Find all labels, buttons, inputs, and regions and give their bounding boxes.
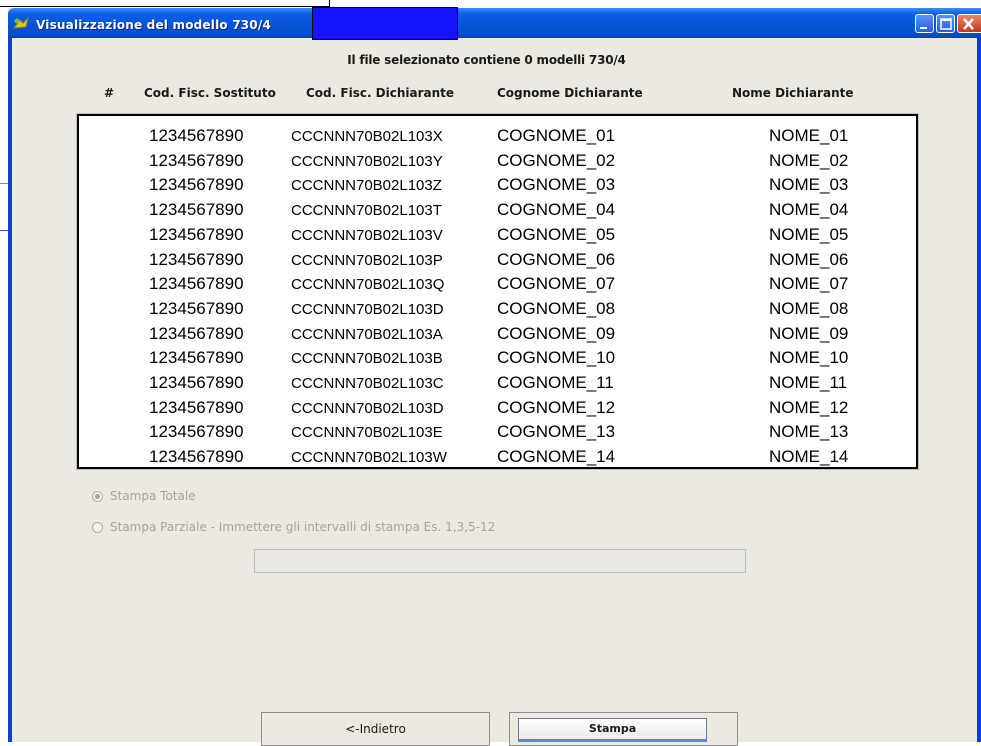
cf-dichiarante-cell: CCCNNN70B02L103B <box>291 350 443 368</box>
cognome-cell: COGNOME_12 <box>497 397 616 417</box>
range-input[interactable] <box>254 549 746 573</box>
cf-dichiarante-cell: CCCNNN70B02L103D <box>291 300 444 318</box>
cognome-cell: COGNOME_13 <box>497 422 616 442</box>
nome-cell: NOME_05 <box>769 224 849 244</box>
list-item[interactable]: 1234567890 CCCNNN70B02L103T COGNOME_04 NOME… <box>79 200 916 225</box>
cf-sostituto-cell: 1234567890 <box>149 200 244 220</box>
list-item[interactable]: 1234567890 CCCNNN70B02L103D COGNOME_12 NOME… <box>79 398 916 423</box>
nome-cell: NOME_08 <box>769 298 849 318</box>
cf-dichiarante-cell: CCCNNN70B02L103T <box>291 202 442 220</box>
window-frame-left <box>8 38 12 742</box>
list-item[interactable]: 1234567890 CCCNNN70B02L103X COGNOME_01 NOME… <box>79 126 916 151</box>
nome-cell: NOME_10 <box>769 348 849 368</box>
cf-dichiarante-cell: CCCNNN70B02L103D <box>291 399 444 417</box>
column-header-nome: Nome Dichiarante <box>732 86 854 100</box>
column-header-cf-dichiarante: Cod. Fisc. Dichiarante <box>306 86 455 100</box>
list-item[interactable]: 1234567890 CCCNNN70B02L103Z COGNOME_03 NOME… <box>79 175 916 200</box>
radio-unselected-icon <box>92 522 103 533</box>
app-icon <box>12 16 29 29</box>
cognome-cell: COGNOME_05 <box>497 224 616 244</box>
maximize-icon <box>940 18 952 30</box>
cf-dichiarante-cell: CCCNNN70B02L103X <box>291 128 443 145</box>
cognome-cell: COGNOME_02 <box>497 150 616 170</box>
cf-dichiarante-cell: CCCNNN70B02L103P <box>291 251 443 269</box>
cognome-cell: COGNOME_06 <box>497 249 616 269</box>
models-list[interactable]: 1234567890 CCCNNN70B02L103X COGNOME_01 NOME… <box>77 114 918 469</box>
nome-cell: NOME_06 <box>769 249 849 269</box>
cf-sostituto-cell: 1234567890 <box>149 323 244 343</box>
cf-sostituto-cell: 1234567890 <box>149 422 244 442</box>
list-item[interactable]: 1234567890 CCCNNN70B02L103D COGNOME_08 NOME… <box>79 299 916 324</box>
cognome-cell: COGNOME_04 <box>497 200 616 220</box>
nome-cell: NOME_14 <box>769 447 849 467</box>
nome-cell: NOME_04 <box>769 200 849 220</box>
cf-sostituto-cell: 1234567890 <box>149 274 244 294</box>
print-button[interactable]: Stampa <box>518 718 707 742</box>
cf-sostituto-cell: 1234567890 <box>149 150 244 170</box>
radio-stampa-totale-label: Stampa Totale <box>110 489 196 503</box>
minimize-button[interactable] <box>915 14 934 33</box>
list-item[interactable]: 1234567890 CCCNNN70B02L103E COGNOME_13 NOME… <box>79 422 916 447</box>
cf-sostituto-cell: 1234567890 <box>149 224 244 244</box>
close-button[interactable] <box>957 14 981 33</box>
cf-sostituto-cell: 1234567890 <box>149 348 244 368</box>
cf-dichiarante-cell: CCCNNN70B02L103V <box>291 226 443 244</box>
radio-stampa-parziale[interactable]: Stampa Parziale - Immettere gli interval… <box>92 520 592 538</box>
cognome-cell: COGNOME_11 <box>497 373 614 392</box>
cf-dichiarante-cell: CCCNNN70B02L103C <box>291 375 444 392</box>
cf-sostituto-cell: 1234567890 <box>149 447 244 467</box>
cf-sostituto-cell: 1234567890 <box>149 373 244 392</box>
cf-dichiarante-cell: CCCNNN70B02L103E <box>291 424 443 442</box>
cognome-cell: COGNOME_10 <box>497 348 616 368</box>
window-title: Visualizzazione del modello 730/4 <box>36 18 271 32</box>
maximize-button[interactable] <box>936 14 955 33</box>
close-icon <box>963 18 974 30</box>
cf-sostituto-cell: 1234567890 <box>149 175 244 195</box>
column-header-cognome: Cognome Dichiarante <box>497 86 643 100</box>
list-item[interactable]: 1234567890 CCCNNN70B02L103P COGNOME_06 NOME… <box>79 250 916 275</box>
list-item[interactable]: 1234567890 CCCNNN70B02L103A COGNOME_09 NOME… <box>79 324 916 349</box>
list-item[interactable]: 1234567890 CCCNNN70B02L103B COGNOME_10 NOME… <box>79 348 916 373</box>
info-text: Il file selezionato contiene 0 modelli 7… <box>347 53 626 67</box>
cognome-cell: COGNOME_07 <box>497 274 616 294</box>
nome-cell: NOME_13 <box>769 422 849 442</box>
nome-cell: NOME_02 <box>769 150 849 170</box>
column-header-cf-sostituto: Cod. Fisc. Sostituto <box>144 86 276 100</box>
nome-cell: NOME_09 <box>769 323 849 343</box>
list-item[interactable]: 1234567890 CCCNNN70B02L103Y COGNOME_02 NOME… <box>79 151 916 176</box>
radio-stampa-totale[interactable]: Stampa Totale <box>92 489 592 507</box>
window-frame-right <box>977 38 981 742</box>
radio-stampa-parziale-label: Stampa Parziale - Immettere gli interval… <box>110 520 496 534</box>
cognome-cell: COGNOME_08 <box>497 298 616 318</box>
cf-sostituto-cell: 1234567890 <box>149 397 244 417</box>
cf-sostituto-cell: 1234567890 <box>149 249 244 269</box>
nome-cell: NOME_11 <box>769 373 848 392</box>
radio-selected-icon <box>92 491 103 502</box>
cf-dichiarante-cell: CCCNNN70B02L103Y <box>291 152 443 170</box>
cf-dichiarante-cell: CCCNNN70B02L103Z <box>291 177 442 195</box>
cognome-cell: COGNOME_14 <box>497 447 616 467</box>
list-item[interactable]: 1234567890 CCCNNN70B02L103V COGNOME_05 NOME… <box>79 225 916 250</box>
info-line: Il file selezionato contiene 0 modelli 7… <box>0 53 981 67</box>
cf-dichiarante-cell: CCCNNN70B02L103A <box>291 325 443 343</box>
nome-cell: NOME_03 <box>769 175 849 195</box>
list-item[interactable]: 1234567890 CCCNNN70B02L103C COGNOME_11 NOME… <box>79 373 916 398</box>
cf-dichiarante-cell: CCCNNN70B02L103W <box>291 449 447 467</box>
cf-sostituto-cell: 1234567890 <box>149 298 244 318</box>
list-item[interactable]: 1234567890 CCCNNN70B02L103W COGNOME_14 NOME… <box>79 447 916 472</box>
cognome-cell: COGNOME_01 <box>497 126 616 145</box>
nome-cell: NOME_12 <box>769 397 849 417</box>
cognome-cell: COGNOME_03 <box>497 175 616 195</box>
cf-dichiarante-cell: CCCNNN70B02L103Q <box>291 276 445 294</box>
cf-sostituto-cell: 1234567890 <box>149 126 244 145</box>
column-header-number: # <box>104 86 115 100</box>
title-redaction-block <box>312 7 458 40</box>
list-item[interactable]: 1234567890 CCCNNN70B02L103Q COGNOME_07 NOME… <box>79 274 916 299</box>
background-window-edge <box>0 0 330 7</box>
back-button[interactable]: <-Indietro <box>261 712 490 746</box>
nome-cell: NOME_01 <box>769 126 849 145</box>
cognome-cell: COGNOME_09 <box>497 323 616 343</box>
nome-cell: NOME_07 <box>769 274 849 294</box>
minimize-icon <box>920 27 927 29</box>
